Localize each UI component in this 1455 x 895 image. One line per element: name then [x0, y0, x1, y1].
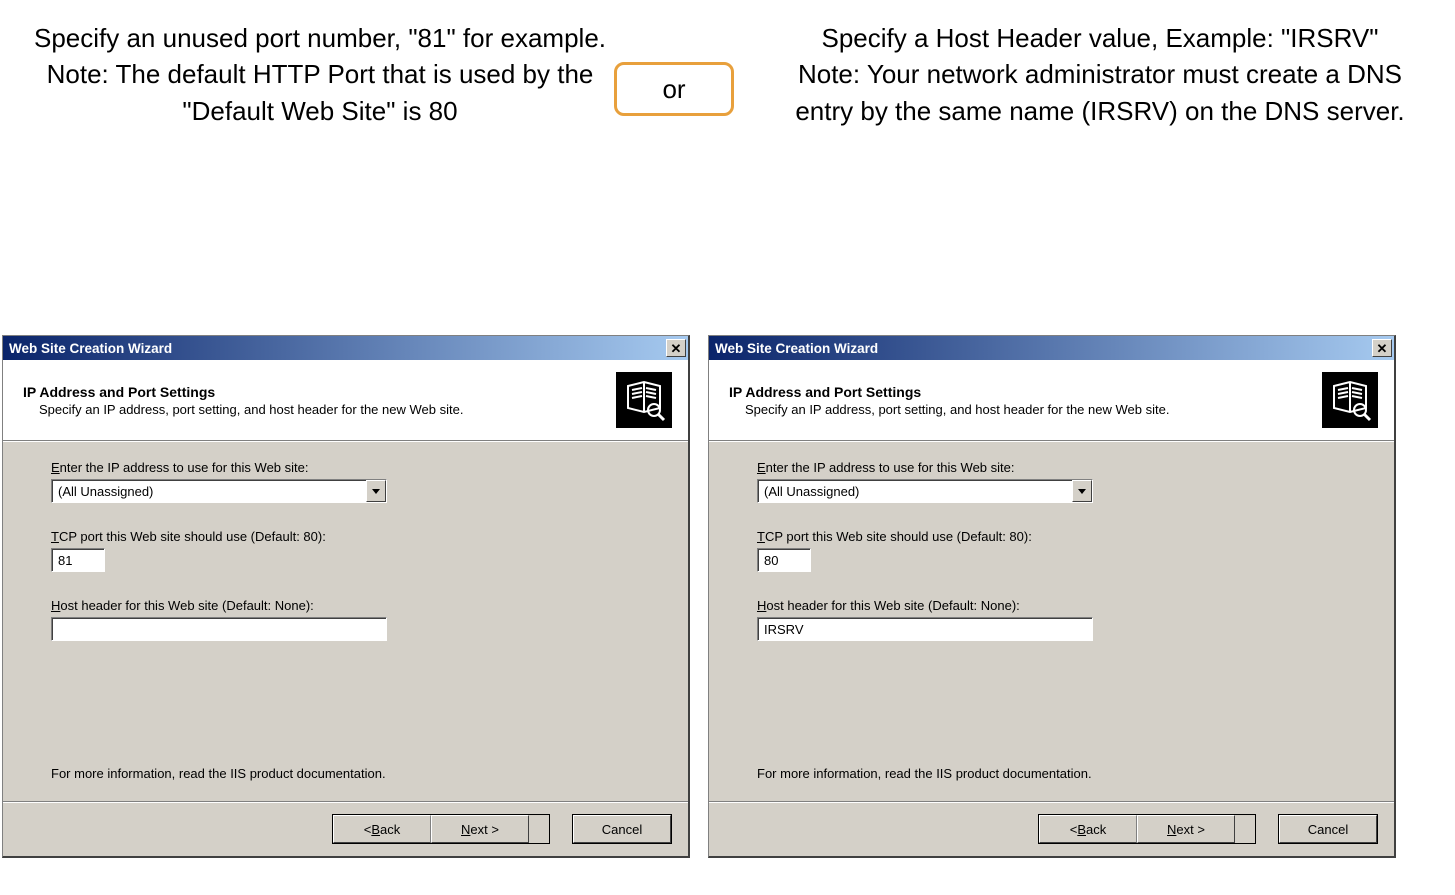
close-button[interactable]: ✕ [1372, 339, 1392, 357]
ip-address-label: Enter the IP address to use for this Web… [51, 460, 648, 475]
wizard-button-bar: < Back Next > Cancel [3, 801, 688, 856]
back-button[interactable]: < Back [333, 815, 431, 843]
annotation-left: Specify an unused port number, "81" for … [30, 20, 610, 129]
or-divider-badge: or [614, 62, 734, 116]
titlebar: Web Site Creation Wizard ✕ [3, 336, 688, 360]
wizard-body: Enter the IP address to use for this Web… [709, 441, 1394, 801]
tcp-port-input[interactable]: 81 [51, 548, 105, 572]
cancel-button[interactable]: Cancel [573, 815, 671, 843]
host-header-input[interactable] [51, 617, 387, 641]
host-header-input[interactable]: IRSRV [757, 617, 1093, 641]
cancel-button[interactable]: Cancel [1279, 815, 1377, 843]
host-header-label: Host header for this Web site (Default: … [51, 598, 648, 613]
page-subheading: Specify an IP address, port setting, and… [23, 402, 463, 417]
wizard-window-port-example: Web Site Creation Wizard ✕ IP Address an… [2, 335, 690, 858]
info-footer-text: For more information, read the IIS produ… [757, 766, 1092, 781]
info-footer-text: For more information, read the IIS produ… [51, 766, 386, 781]
wizard-book-icon [1322, 372, 1378, 428]
wizard-header-panel: IP Address and Port Settings Specify an … [3, 360, 688, 441]
tcp-port-label: TCP port this Web site should use (Defau… [51, 529, 648, 544]
titlebar: Web Site Creation Wizard ✕ [709, 336, 1394, 360]
tcp-port-input[interactable]: 80 [757, 548, 811, 572]
page-heading: IP Address and Port Settings [23, 384, 463, 400]
annotation-right: Specify a Host Header value, Example: "I… [790, 20, 1410, 129]
next-button[interactable]: Next > [1137, 815, 1235, 843]
ip-address-value: (All Unassigned) [758, 480, 1072, 502]
close-icon: ✕ [671, 342, 682, 355]
wizard-window-host-example: Web Site Creation Wizard ✕ IP Address an… [708, 335, 1396, 858]
wizard-button-bar: < Back Next > Cancel [709, 801, 1394, 856]
host-header-label: Host header for this Web site (Default: … [757, 598, 1354, 613]
close-button[interactable]: ✕ [666, 339, 686, 357]
wizard-book-icon [616, 372, 672, 428]
window-title: Web Site Creation Wizard [9, 341, 172, 356]
ip-address-label: Enter the IP address to use for this Web… [757, 460, 1354, 475]
ip-address-value: (All Unassigned) [52, 480, 366, 502]
ip-address-dropdown[interactable]: (All Unassigned) [757, 479, 1093, 503]
close-icon: ✕ [1377, 342, 1388, 355]
wizard-body: Enter the IP address to use for this Web… [3, 441, 688, 801]
window-title: Web Site Creation Wizard [715, 341, 878, 356]
dropdown-arrow-icon[interactable] [1072, 480, 1092, 502]
tcp-port-label: TCP port this Web site should use (Defau… [757, 529, 1354, 544]
back-button[interactable]: < Back [1039, 815, 1137, 843]
page-heading: IP Address and Port Settings [729, 384, 1169, 400]
page-subheading: Specify an IP address, port setting, and… [729, 402, 1169, 417]
next-button[interactable]: Next > [431, 815, 529, 843]
ip-address-dropdown[interactable]: (All Unassigned) [51, 479, 387, 503]
wizard-header-panel: IP Address and Port Settings Specify an … [709, 360, 1394, 441]
dropdown-arrow-icon[interactable] [366, 480, 386, 502]
